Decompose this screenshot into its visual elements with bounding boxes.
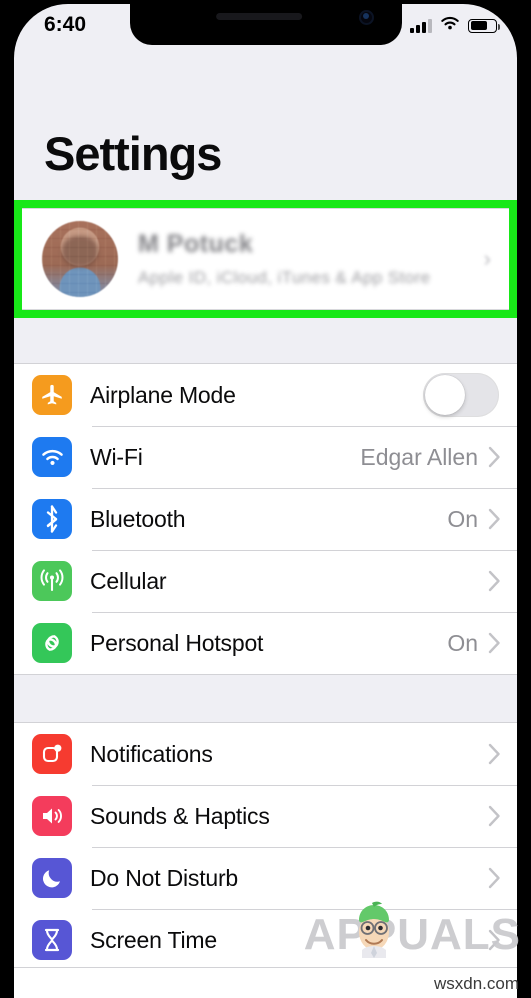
speaker-waves-icon [32, 796, 72, 836]
wifi-icon [439, 15, 461, 36]
hotspot-status-value: On [447, 629, 478, 656]
airplane-icon [32, 375, 72, 415]
chevron-right-icon [488, 929, 501, 951]
settings-row-do-not-disturb[interactable]: Do Not Disturb [14, 847, 517, 909]
chevron-right-icon [488, 508, 501, 530]
bluetooth-icon [32, 499, 72, 539]
settings-row-wifi[interactable]: Wi-Fi Edgar Allen [14, 426, 517, 488]
apple-id-row[interactable]: M Potuck Apple ID, iCloud, iTunes & App … [22, 208, 509, 310]
settings-group-connectivity: Airplane Mode Wi-Fi Edgar Allen Bluetoot… [14, 363, 517, 675]
account-text: M Potuck Apple ID, iCloud, iTunes & App … [138, 230, 484, 288]
settings-row-label: Personal Hotspot [90, 629, 264, 656]
hourglass-icon [32, 920, 72, 960]
settings-row-screen-time[interactable]: Screen Time [14, 909, 517, 971]
phone-screen: 6:40 Settings M Potuck Apple ID, iCloud,… [14, 4, 517, 998]
front-camera-icon [358, 10, 374, 25]
settings-group-alerts: Notifications Sounds & Haptics Do Not Di… [14, 722, 517, 972]
settings-row-label: Wi-Fi [90, 443, 143, 470]
settings-row-label: Screen Time [90, 926, 217, 953]
settings-list[interactable]: M Potuck Apple ID, iCloud, iTunes & App … [14, 200, 517, 998]
settings-row-label: Do Not Disturb [90, 864, 239, 891]
cellular-antenna-icon [32, 561, 72, 601]
notifications-badge-icon [32, 734, 72, 774]
chevron-right-icon [488, 446, 501, 468]
chevron-right-icon [488, 570, 501, 592]
settings-row-label: Cellular [90, 567, 167, 594]
settings-row-notifications[interactable]: Notifications [14, 723, 517, 785]
settings-row-bluetooth[interactable]: Bluetooth On [14, 488, 517, 550]
status-time: 6:40 [44, 13, 87, 36]
hotspot-link-icon [32, 623, 72, 663]
group-gap-middle [14, 675, 517, 722]
chevron-right-icon [488, 632, 501, 654]
chevron-right-icon [488, 867, 501, 889]
footer-url: wsxdn.com [433, 974, 519, 993]
battery-icon [468, 18, 500, 33]
wifi-network-value: Edgar Allen [360, 443, 478, 470]
signal-bars-icon [410, 18, 432, 33]
moon-icon [32, 858, 72, 898]
status-indicators [410, 15, 500, 36]
settings-row-label: Notifications [90, 740, 213, 767]
settings-row-label: Airplane Mode [90, 381, 236, 408]
settings-row-label: Sounds & Haptics [90, 802, 270, 829]
account-subtitle: Apple ID, iCloud, iTunes & App Store [138, 268, 431, 287]
group-gap-top [14, 328, 517, 363]
device-notch [129, 4, 402, 45]
phone-frame: 6:40 Settings M Potuck Apple ID, iCloud,… [0, 0, 531, 998]
airplane-mode-toggle[interactable] [423, 373, 499, 417]
settings-row-personal-hotspot[interactable]: Personal Hotspot On [14, 612, 517, 674]
bluetooth-status-value: On [447, 505, 478, 532]
settings-row-label: Bluetooth [90, 505, 186, 532]
chevron-right-icon [488, 743, 501, 765]
settings-row-cellular[interactable]: Cellular [14, 550, 517, 612]
account-name: M Potuck [138, 230, 254, 258]
chevron-right-icon: › [483, 246, 491, 271]
wifi-icon [32, 437, 72, 477]
speaker-grille-icon [215, 13, 302, 20]
account-highlight-box: M Potuck Apple ID, iCloud, iTunes & App … [14, 200, 517, 318]
page-title: Settings [44, 127, 222, 180]
settings-row-sounds-haptics[interactable]: Sounds & Haptics [14, 785, 517, 847]
settings-row-airplane-mode[interactable]: Airplane Mode [14, 364, 517, 426]
avatar [42, 221, 118, 297]
chevron-right-icon [488, 805, 501, 827]
